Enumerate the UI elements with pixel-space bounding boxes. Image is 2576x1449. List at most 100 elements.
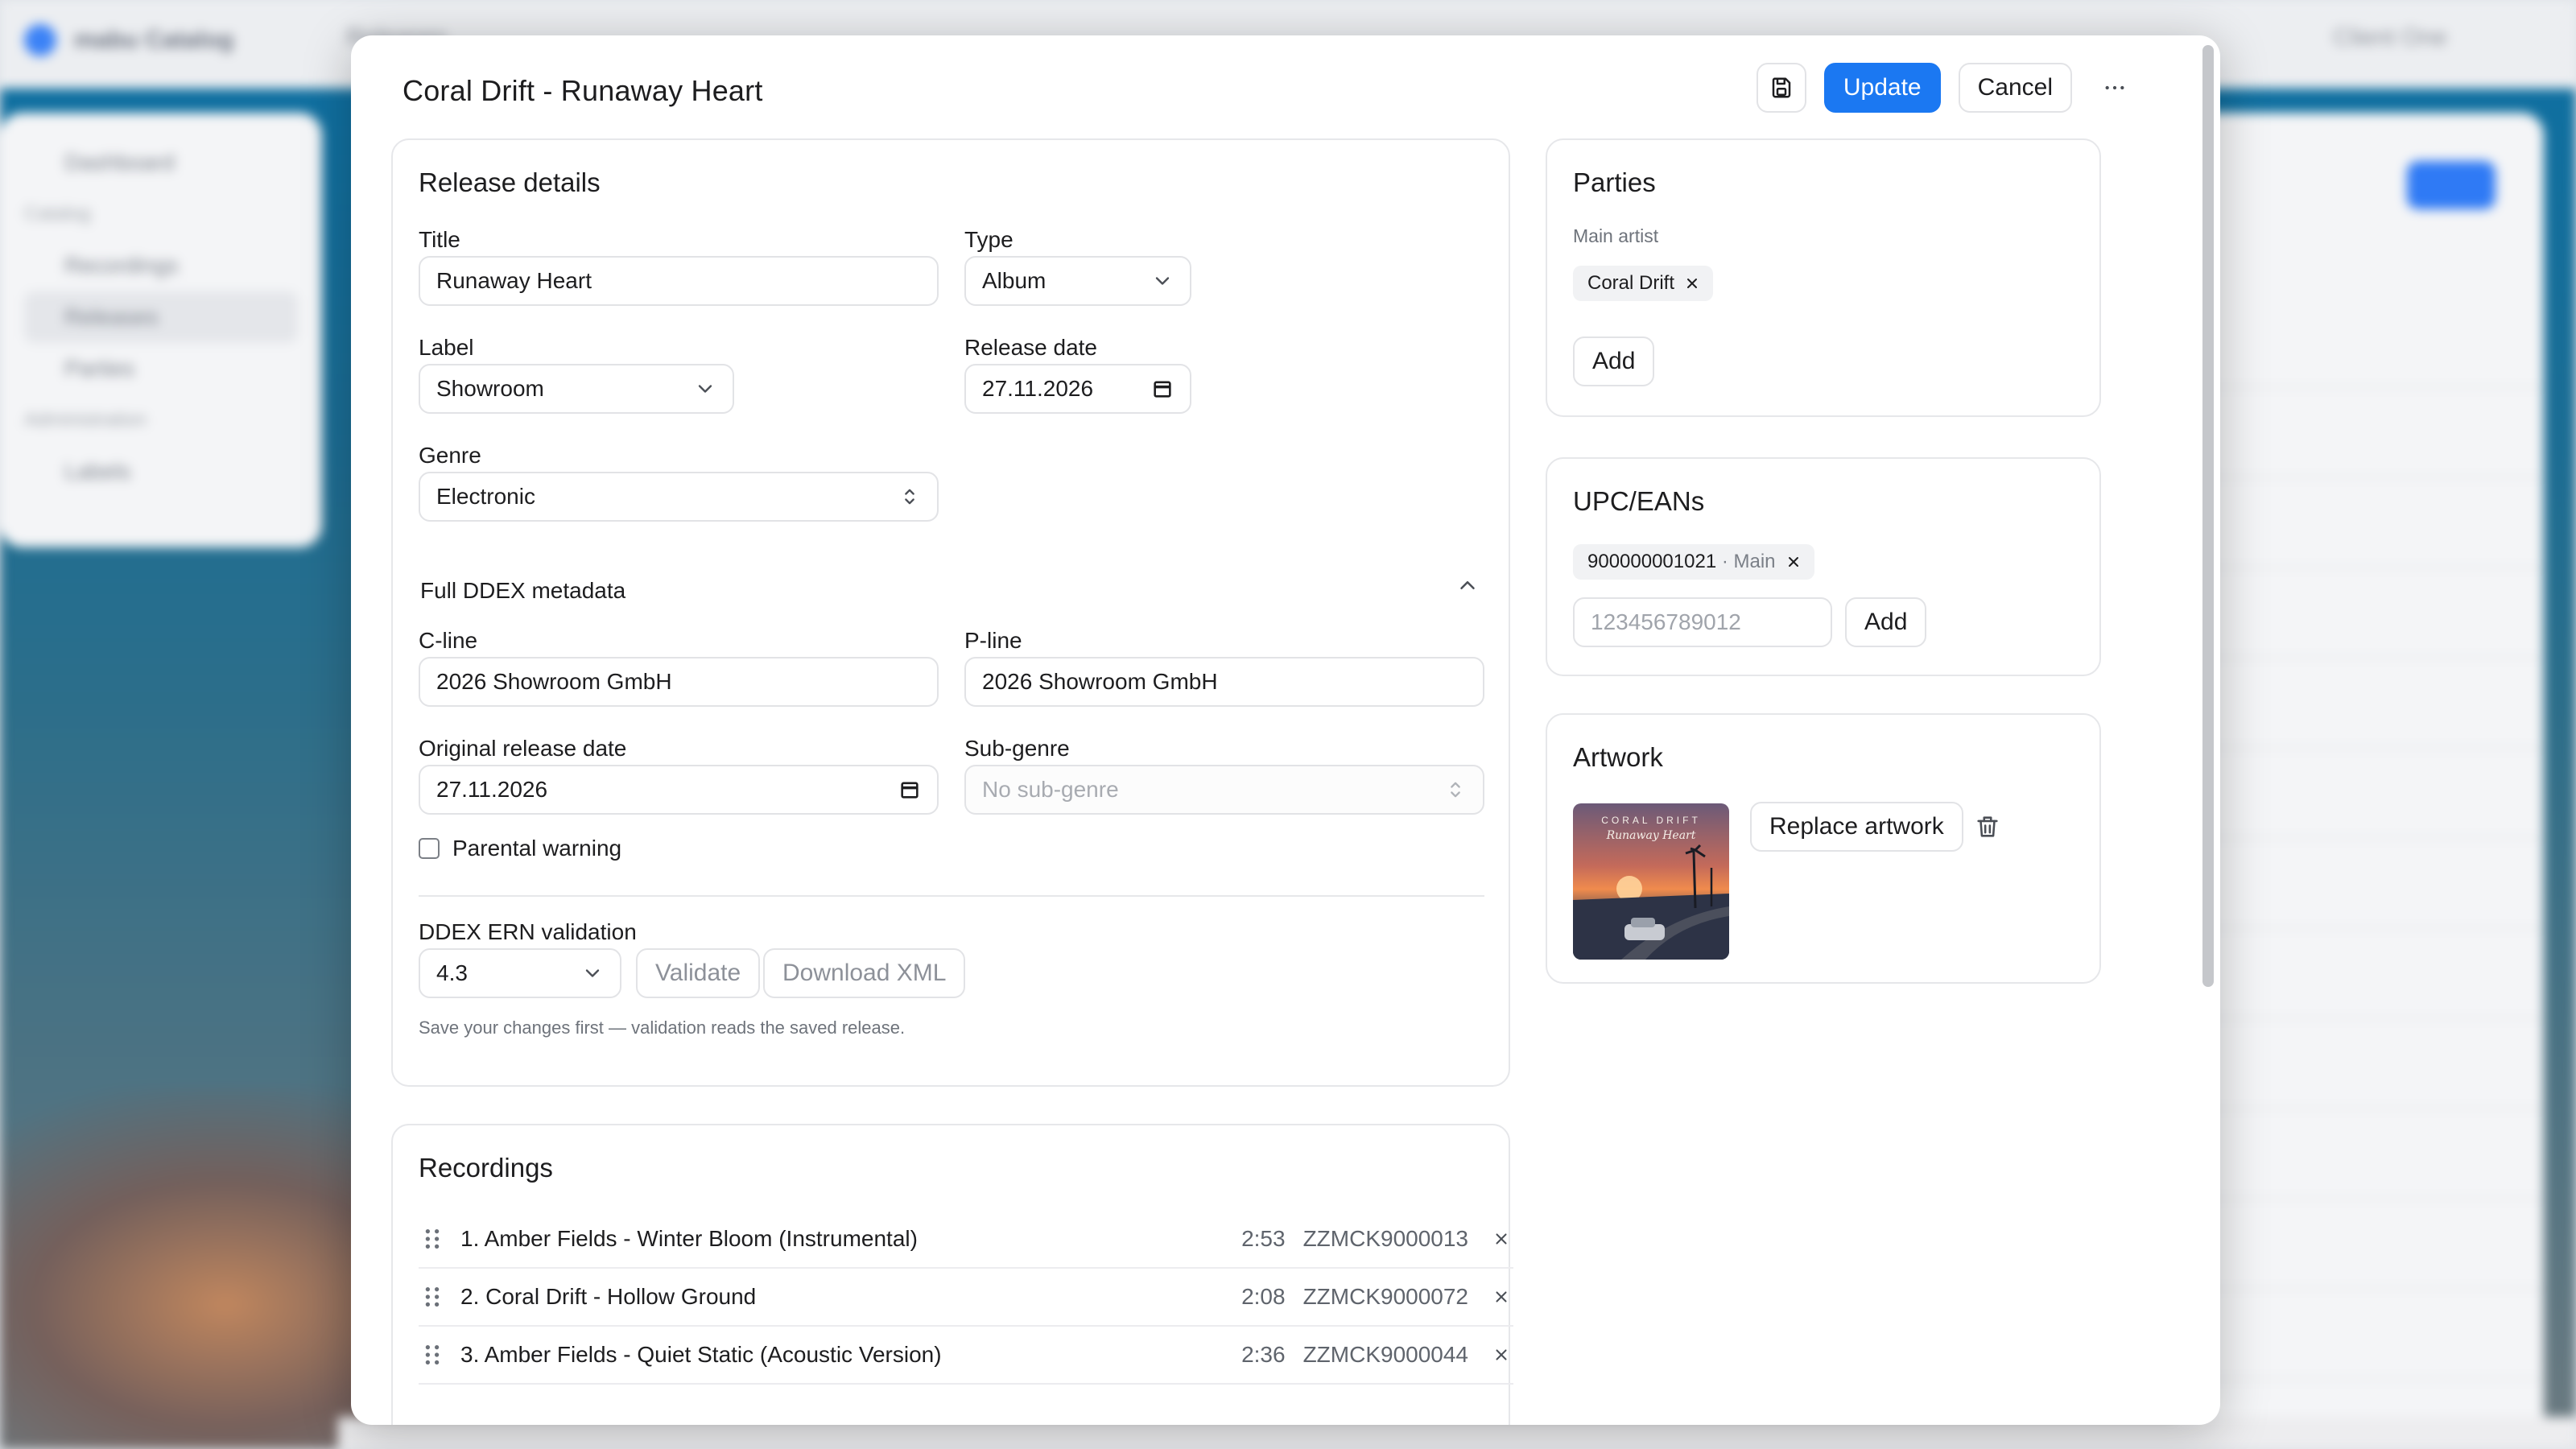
upc-input-placeholder: 123456789012 — [1591, 609, 1741, 634]
ern-hint: Save your changes first — validation rea… — [419, 1018, 906, 1038]
remove-recording-button[interactable] — [1489, 1346, 1513, 1364]
download-xml-button[interactable]: Download XML — [763, 948, 966, 998]
trash-icon[interactable] — [1974, 813, 2001, 840]
artwork-heading: Artwork — [1573, 742, 1663, 772]
background-table-row — [2174, 1109, 2544, 1199]
upc-heading: UPC/EANs — [1573, 486, 1705, 516]
ern-validation-heading: DDEX ERN validation — [419, 919, 637, 944]
background-brand-name: mabu Catalog — [74, 27, 234, 53]
background-table-row — [2174, 1019, 2544, 1109]
parties-heading: Parties — [1573, 167, 1656, 197]
recording-isrc: ZZMCK9000013 — [1302, 1226, 1468, 1251]
drag-handle-icon[interactable] — [422, 1343, 446, 1367]
background-table-row — [2174, 568, 2544, 658]
release-details-card: Release details Title Runaway Heart Type… — [391, 138, 1510, 1087]
original-release-date-label: Original release date — [419, 736, 627, 761]
close-icon[interactable] — [1684, 275, 1700, 291]
cline-input[interactable]: 2026 Showroom GmbH — [419, 657, 939, 707]
section-divider — [419, 895, 1484, 897]
artwork-card: Artwork CORAL DRIFT Runaway Heart Replac… — [1546, 713, 2101, 984]
release-date-label: Release date — [964, 335, 1098, 360]
type-select[interactable]: Album — [964, 256, 1191, 306]
upc-chip: 900000001021 · Main — [1573, 544, 1814, 580]
remove-recording-button[interactable] — [1489, 1230, 1513, 1248]
type-label: Type — [964, 227, 1013, 252]
close-icon — [1496, 1291, 1507, 1302]
recording-row[interactable]: 1. Amber Fields - Winter Bloom (Instrume… — [419, 1211, 1513, 1269]
drag-handle-icon[interactable] — [422, 1285, 446, 1309]
drag-handle-icon[interactable] — [422, 1227, 446, 1251]
title-input[interactable]: Runaway Heart — [419, 256, 939, 306]
add-upc-button[interactable]: Add — [1845, 597, 1927, 647]
dialog-scrollbar[interactable] — [2202, 45, 2214, 987]
type-select-value: Album — [982, 268, 1046, 293]
chevron-down-icon — [698, 385, 712, 393]
label-select[interactable]: Showroom — [419, 364, 734, 414]
validate-button[interactable]: Validate — [636, 948, 761, 998]
original-release-date-input[interactable]: 27.11.2026 — [419, 765, 939, 815]
pline-input[interactable]: 2026 Showroom GmbH — [964, 657, 1484, 707]
release-date-input[interactable]: 27.11.2026 — [964, 364, 1191, 414]
background-table-row — [2174, 749, 2544, 839]
background-table-row — [2174, 1199, 2544, 1290]
close-icon — [1496, 1233, 1507, 1245]
main-artist-chip: Coral Drift — [1573, 266, 1714, 301]
replace-artwork-button[interactable]: Replace artwork — [1750, 802, 1963, 852]
remove-recording-button[interactable] — [1489, 1288, 1513, 1306]
recording-row[interactable]: 3. Amber Fields - Quiet Static (Acoustic… — [419, 1327, 1513, 1385]
original-release-date-value: 27.11.2026 — [436, 777, 548, 802]
subgenre-select[interactable]: No sub-genre — [964, 765, 1484, 815]
genre-select[interactable]: Electronic — [419, 472, 939, 522]
ddex-metadata-heading: Full DDEX metadata — [420, 578, 626, 603]
update-button[interactable]: Update — [1823, 63, 1941, 113]
recording-title: 1. Amber Fields - Winter Bloom (Instrume… — [460, 1226, 918, 1251]
background-sidebar-item: Parties — [64, 356, 135, 381]
genre-label: Genre — [419, 443, 481, 468]
close-icon[interactable] — [1785, 554, 1802, 570]
calendar-icon[interactable] — [1151, 378, 1174, 400]
background-client-switcher: Client One — [2333, 24, 2447, 51]
release-details-heading: Release details — [419, 167, 601, 197]
calendar-icon[interactable] — [898, 778, 921, 801]
background-sidebar-head: Catalog — [24, 203, 91, 225]
cline-label: C-line — [419, 628, 478, 653]
genre-select-value: Electronic — [436, 484, 535, 509]
release-date-value: 27.11.2026 — [982, 376, 1094, 401]
background-sidebar-item: Recordings — [64, 253, 179, 278]
more-options-button[interactable] — [2090, 63, 2140, 113]
artwork-cover-artist: CORAL DRIFT — [1601, 815, 1701, 826]
dialog-actions: Update Cancel — [1756, 63, 2140, 113]
background-sidebar-head: Administration — [24, 409, 147, 431]
add-party-button[interactable]: Add — [1573, 336, 1655, 386]
background-sidebar-item: Labels — [64, 459, 131, 484]
recording-row[interactable]: 2. Coral Drift - Hollow Ground 2:08 ZZMC… — [419, 1269, 1513, 1327]
background-table-row — [2174, 658, 2544, 749]
chevron-up-icon[interactable] — [1455, 573, 1480, 597]
more-horizontal-icon — [2105, 85, 2124, 90]
recordings-heading: Recordings — [419, 1153, 553, 1183]
recording-duration: 2:36 — [1241, 1342, 1286, 1367]
recording-title: 2. Coral Drift - Hollow Ground — [460, 1284, 757, 1309]
recording-isrc: ZZMCK9000072 — [1302, 1284, 1468, 1309]
parental-warning-label: Parental warning — [452, 836, 622, 861]
ern-version-value: 4.3 — [436, 960, 468, 985]
save-button[interactable] — [1756, 63, 1806, 113]
cancel-button[interactable]: Cancel — [1958, 63, 2072, 113]
chevron-up-down-icon — [905, 489, 914, 505]
pline-value: 2026 Showroom GmbH — [982, 669, 1218, 694]
background-table-row — [2174, 1290, 2544, 1380]
close-icon — [1496, 1349, 1507, 1360]
chevron-down-icon — [1155, 277, 1170, 285]
upc-card: UPC/EANs 900000001021 · Main 12345678901… — [1546, 457, 2101, 676]
parental-warning-row: Parental warning — [419, 836, 621, 861]
main-artist-name: Coral Drift — [1587, 272, 1675, 294]
background-sidebar: Dashboard Catalog Recordings Releases Pa… — [0, 113, 322, 547]
upc-code-tag: · Main — [1721, 551, 1776, 572]
upc-input[interactable]: 123456789012 — [1573, 597, 1832, 647]
chevron-up-down-icon — [1451, 782, 1460, 798]
parental-warning-checkbox[interactable] — [419, 838, 440, 859]
artwork-thumbnail: CORAL DRIFT Runaway Heart — [1573, 803, 1729, 960]
background-table-row — [2174, 298, 2544, 388]
ern-version-select[interactable]: 4.3 — [419, 948, 621, 998]
save-icon — [1772, 77, 1791, 98]
